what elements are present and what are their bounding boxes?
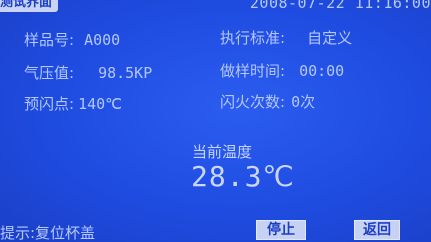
pre-flash-value: 140℃ [78, 95, 123, 113]
pressure-value: 98.5KP [98, 64, 153, 82]
pressure-row: 气压值: 98.5KP [24, 62, 152, 83]
standard-label: 执行标准: [220, 29, 286, 47]
test-time-label: 做样时间: [220, 62, 286, 80]
standard-value: 自定义 [307, 29, 353, 47]
sample-number-row: 样品号: A000 [24, 29, 120, 50]
flash-count-row: 闪火次数: 0次 [220, 91, 315, 112]
flash-count-label: 闪火次数: [220, 93, 286, 111]
pre-flash-label: 预闪点: [24, 95, 75, 113]
top-bar: 测试界面 2008-07-22 11:16:00 [0, 0, 431, 14]
current-temperature-value: 28.3℃ [191, 160, 295, 193]
flash-count-value: 0次 [291, 93, 316, 111]
standard-row: 执行标准: 自定义 [220, 27, 352, 48]
screen-title: 测试界面 [0, 0, 59, 12]
test-screen: 测试界面 2008-07-22 11:16:00 样品号: A000 执行标准: 自… [0, 0, 431, 242]
pre-flash-row: 预闪点: 140℃ [24, 93, 122, 114]
stop-button[interactable]: 停止 [256, 220, 306, 240]
back-button[interactable]: 返回 [354, 220, 400, 240]
sample-number-label: 样品号: [24, 31, 75, 49]
test-time-value: 00:00 [299, 62, 345, 80]
footer-tip: 提示:复位杯盖 [0, 224, 96, 242]
test-time-row: 做样时间: 00:00 [220, 60, 344, 81]
datetime-display: 2008-07-22 11:16:00 [249, 0, 431, 12]
sample-number-value: A000 [84, 31, 121, 49]
pressure-label: 气压值: [24, 64, 75, 82]
current-temperature-label: 当前温度 [192, 143, 253, 161]
